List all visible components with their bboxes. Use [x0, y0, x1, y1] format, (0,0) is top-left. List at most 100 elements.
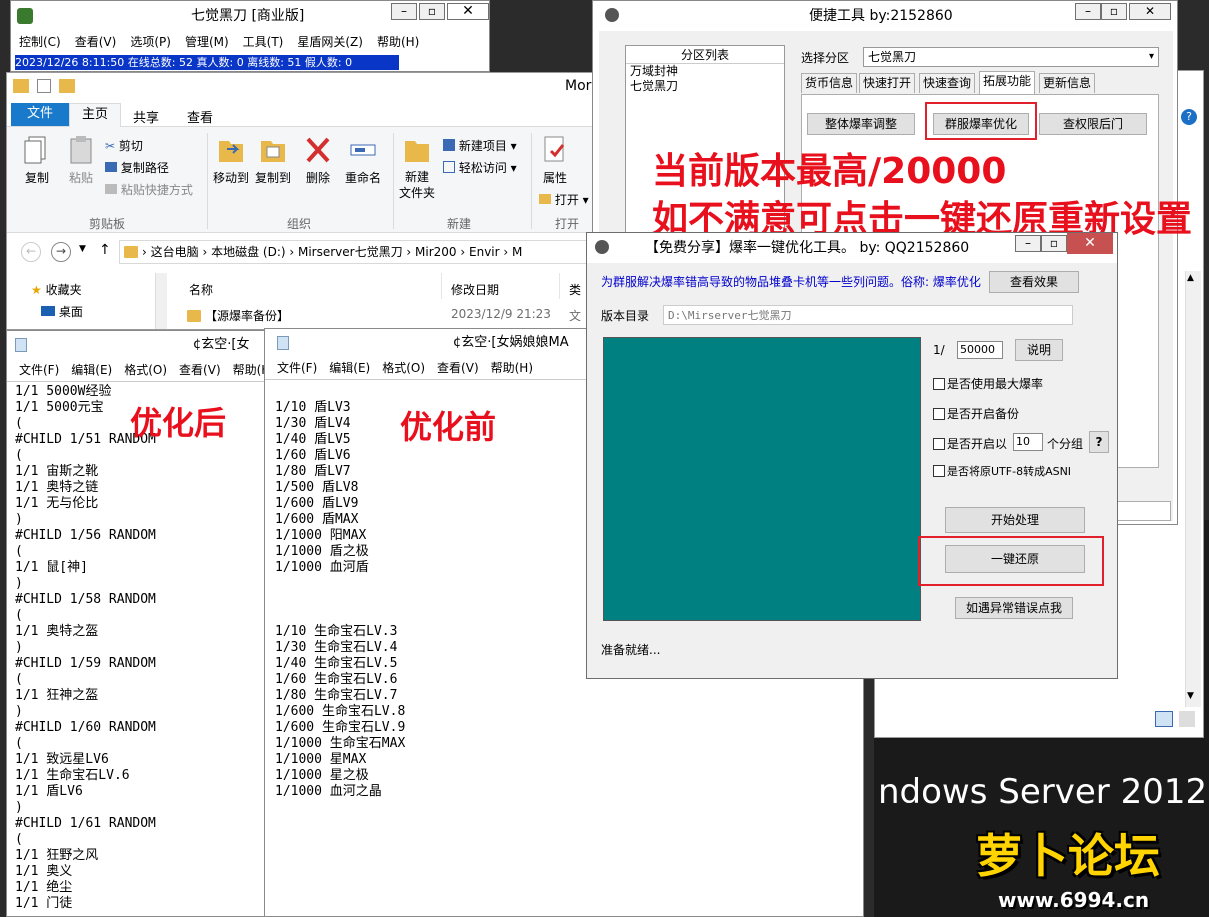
utf-convert-checkbox[interactable]: 是否将原UTF-8转成ASNI: [933, 463, 1071, 479]
notepad-titlebar[interactable]: ¢玄空·[女: [7, 331, 267, 359]
menu-item[interactable]: 编辑(E): [329, 361, 370, 375]
menu-item[interactable]: 查看(V): [75, 35, 117, 49]
text-area[interactable]: 1/1 5000W经验 1/1 5000元宝(#CHILD 1/51 RANDOM…: [7, 381, 267, 916]
details-view-icon[interactable]: [1155, 711, 1173, 727]
nav-scrollbar[interactable]: [155, 273, 167, 329]
menu-item[interactable]: 帮助(H): [377, 35, 419, 49]
new-item-button[interactable]: 新建项目 ▾: [443, 137, 517, 154]
folder-icon: [124, 246, 138, 258]
file-row[interactable]: 【源爆率备份】 2023/12/9 21:23 文: [187, 307, 605, 324]
menu-item[interactable]: 格式(O): [382, 361, 425, 375]
large-icons-view-icon[interactable]: [1179, 711, 1195, 727]
tool-titlebar[interactable]: 便捷工具 by:2152860 – ▫ ✕: [593, 1, 1177, 31]
tab-share[interactable]: 共享: [133, 107, 159, 126]
copy-to-button[interactable]: 复制到: [253, 135, 293, 186]
minimize-button[interactable]: –: [1015, 235, 1041, 252]
delete-button[interactable]: 删除: [303, 135, 333, 186]
new-folder-icon[interactable]: [59, 79, 75, 93]
tab-home[interactable]: 主页: [69, 103, 121, 128]
properties-icon[interactable]: [37, 79, 51, 93]
paste-button[interactable]: 粘贴: [63, 135, 99, 186]
partition-item[interactable]: 万域封神: [626, 64, 784, 79]
menu-item[interactable]: 控制(C): [19, 35, 61, 49]
tab-updates[interactable]: 更新信息: [1039, 73, 1096, 93]
menu-item[interactable]: 格式(O): [124, 363, 167, 377]
menu-item[interactable]: 文件(F): [19, 363, 59, 377]
menu-item[interactable]: 星盾网关(Z): [297, 35, 363, 49]
tab-currency[interactable]: 货币信息: [801, 73, 858, 93]
scrollbar[interactable]: [1185, 271, 1201, 707]
tab-extensions[interactable]: 拓展功能: [979, 71, 1036, 95]
partition-select[interactable]: 七觉黑刀 ▾: [863, 47, 1159, 67]
copy-path-button[interactable]: 复制路径: [105, 159, 169, 176]
menu-item[interactable]: 文件(F): [277, 361, 317, 375]
maximize-button[interactable]: ▫: [1041, 235, 1067, 252]
breadcrumb[interactable]: 本地磁盘 (D:): [211, 245, 285, 259]
scroll-up-icon[interactable]: ▲: [1187, 273, 1194, 283]
close-button[interactable]: ✕: [1129, 3, 1171, 20]
menu-item[interactable]: 帮助(H): [233, 363, 267, 377]
breadcrumb[interactable]: Mir200: [415, 245, 457, 259]
error-report-button[interactable]: 如遇异常错误点我: [955, 597, 1073, 619]
breadcrumb[interactable]: Mirserver七觉黑刀: [298, 245, 403, 259]
group-checkbox[interactable]: 是否开启以: [933, 435, 1007, 452]
group-help-button[interactable]: ?: [1089, 431, 1109, 453]
tab-quick-query[interactable]: 快速查询: [919, 73, 976, 93]
copy-button[interactable]: 复制: [19, 135, 55, 186]
tab-view[interactable]: 查看: [187, 107, 213, 126]
column-name[interactable]: 名称: [189, 281, 213, 298]
help-icon[interactable]: ?: [1181, 109, 1197, 125]
tab-quick-open[interactable]: 快速打开: [859, 73, 916, 93]
easy-access-button[interactable]: 轻松访问 ▾: [443, 159, 517, 176]
menu-item[interactable]: 查看(V): [179, 363, 221, 377]
monitor-titlebar[interactable]: 七觉黑刀 [商业版] – ▫ ✕: [11, 1, 489, 31]
breadcrumb[interactable]: M: [512, 245, 522, 259]
overall-rate-button[interactable]: 整体爆率调整: [807, 113, 915, 135]
maximize-button[interactable]: ▫: [1101, 3, 1127, 20]
address-bar[interactable]: › 这台电脑 › 本地磁盘 (D:) › Mirserver七觉黑刀 › Mir…: [119, 240, 605, 264]
maximize-button[interactable]: ▫: [419, 3, 445, 20]
up-icon[interactable]: ↑: [99, 242, 111, 258]
new-folder-button[interactable]: 新建 文件夹: [397, 135, 437, 201]
back-icon[interactable]: ←: [21, 242, 41, 262]
backup-checkbox[interactable]: 是否开启备份: [933, 405, 1019, 422]
menu-item[interactable]: 编辑(E): [71, 363, 112, 377]
cut-button[interactable]: ✂ 剪切: [105, 137, 143, 154]
dir-field[interactable]: D:\Mirserver七觉黑刀: [663, 305, 1073, 325]
breadcrumb[interactable]: Envir: [469, 245, 500, 259]
minimize-button[interactable]: –: [391, 3, 417, 20]
nav-desktop[interactable]: 桌面: [41, 303, 83, 320]
group-count-input[interactable]: 10: [1013, 433, 1043, 451]
group-open: 打开: [555, 217, 580, 231]
column-date[interactable]: 修改日期: [451, 281, 499, 298]
column-type[interactable]: 类: [569, 281, 581, 298]
start-button[interactable]: 开始处理: [945, 507, 1085, 533]
breadcrumb[interactable]: 这台电脑: [151, 245, 199, 259]
optimizer-titlebar[interactable]: 【免费分享】爆率一键优化工具。 by: QQ2152860 – ▫ ✕: [587, 233, 1117, 263]
explain-button[interactable]: 说明: [1015, 339, 1063, 361]
recent-dropdown-icon[interactable]: ▼: [79, 244, 86, 254]
explorer-titlebar[interactable]: Mor: [7, 73, 605, 101]
minimize-button[interactable]: –: [1075, 3, 1101, 20]
menu-item[interactable]: 帮助(H): [491, 361, 533, 375]
menu-item[interactable]: 工具(T): [243, 35, 284, 49]
properties-button[interactable]: 属性: [537, 135, 573, 186]
rename-button[interactable]: 重命名: [343, 135, 383, 186]
view-effect-button[interactable]: 查看效果: [989, 271, 1079, 293]
scroll-down-icon[interactable]: ▼: [1187, 691, 1194, 701]
open-button[interactable]: 打开 ▾: [539, 191, 589, 208]
partition-item[interactable]: 七觉黑刀: [626, 79, 784, 94]
nav-favorites[interactable]: ★ 收藏夹: [31, 281, 82, 298]
menu-item[interactable]: 查看(V): [437, 361, 479, 375]
tab-file[interactable]: 文件: [11, 103, 69, 126]
ratio-input[interactable]: 50000: [957, 341, 1003, 359]
check-backdoor-button[interactable]: 查权限后门: [1039, 113, 1147, 135]
menu-item[interactable]: 管理(M): [185, 35, 229, 49]
move-to-button[interactable]: 移动到: [211, 135, 251, 186]
max-rate-checkbox[interactable]: 是否使用最大爆率: [933, 375, 1043, 392]
close-button[interactable]: ✕: [447, 3, 489, 20]
menu-item[interactable]: 选项(P): [130, 35, 171, 49]
forward-icon[interactable]: →: [51, 242, 71, 262]
close-button[interactable]: ✕: [1067, 233, 1113, 254]
paste-shortcut-button[interactable]: 粘贴快捷方式: [105, 181, 193, 198]
